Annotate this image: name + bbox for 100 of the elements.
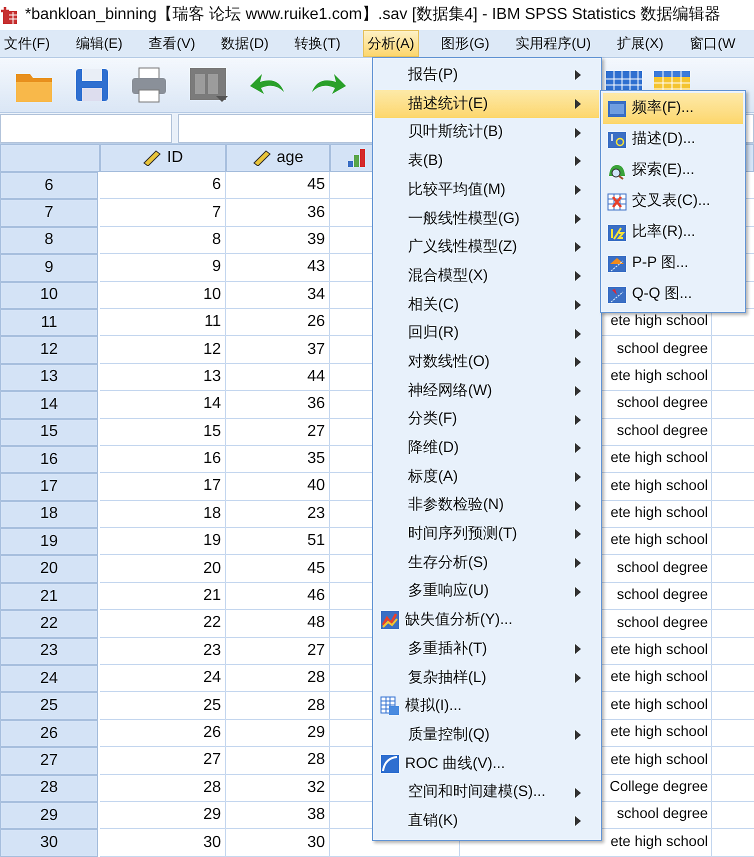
menu-bar-item[interactable]: 查看(V)	[144, 30, 200, 57]
menu-item[interactable]: 频率(F)...	[603, 93, 743, 124]
menu-item[interactable]: 一般线性模型(G)	[375, 204, 599, 234]
row-number[interactable]: 16	[0, 446, 98, 474]
submenu-arrow-icon	[575, 443, 581, 454]
submenu-arrow-icon	[575, 529, 581, 540]
dialog-icon	[188, 66, 228, 104]
submenu-arrow-icon	[575, 185, 581, 196]
table-cell: 34	[226, 282, 330, 309]
menu-item-label: 描述统计(E)	[408, 94, 489, 114]
menu-item-label: P-P 图...	[632, 253, 688, 274]
window-title: *bankloan_binning【瑞客 论坛 www.ruike1.com】.sav [数据集4] - IBM SPSS Statistics 数据编辑器	[25, 4, 720, 24]
menu-item[interactable]: 比率(R)...	[603, 217, 743, 248]
table-cell: 26	[100, 720, 226, 748]
row-number[interactable]: 17	[0, 473, 98, 501]
menu-item[interactable]: 贝叶斯统计(B)	[375, 118, 599, 148]
table-cell: 25	[100, 692, 226, 720]
table-cell: 10	[100, 282, 226, 309]
menu-bar-item[interactable]: 窗口(W	[686, 30, 740, 57]
table-cell: 46	[226, 582, 330, 610]
plot-icon	[607, 254, 627, 272]
menu-item-label: 直销(K)	[408, 810, 459, 831]
cell-name-field[interactable]	[0, 114, 172, 142]
row-number[interactable]: 11	[0, 308, 98, 336]
table-cell: 37	[226, 336, 330, 364]
ruler-icon	[143, 150, 161, 166]
row-number[interactable]: 22	[0, 610, 98, 638]
row-number[interactable]: 25	[0, 692, 98, 720]
table-cell: 28	[100, 774, 226, 802]
menu-item[interactable]: P-P 图...	[603, 248, 743, 279]
menu-bar-item[interactable]: 实用程序(U)	[511, 30, 595, 57]
row-number[interactable]: 18	[0, 500, 98, 528]
row-number[interactable]: 24	[0, 665, 98, 692]
menu-item[interactable]: 比较平均值(M)	[375, 176, 599, 204]
menu-item[interactable]: 描述(D)...	[603, 124, 743, 155]
menu-item[interactable]: 表(B)	[375, 147, 599, 176]
table-cell: 28	[226, 665, 330, 692]
table-cell: 40	[226, 473, 330, 501]
submenu-arrow-icon	[575, 99, 581, 110]
table-cell: 15	[100, 418, 226, 446]
menu-bar-item[interactable]: 图形(G)	[437, 30, 494, 57]
table-cell: 18	[100, 500, 226, 528]
row-number[interactable]: 10	[0, 282, 98, 309]
row-number[interactable]: 23	[0, 638, 98, 666]
menu-item[interactable]: 广义线性模型(Z)	[375, 233, 599, 262]
row-number[interactable]: 13	[0, 364, 98, 392]
table-cell: 22	[100, 610, 226, 638]
table-cell: 44	[226, 364, 330, 392]
table-cell: 29	[226, 720, 330, 748]
column-header[interactable]: ID	[100, 144, 226, 172]
row-number[interactable]: 21	[0, 582, 98, 610]
menu-item[interactable]: 混合模型(X)	[375, 262, 599, 290]
table-cell: 28	[226, 692, 330, 720]
row-number[interactable]: 12	[0, 336, 98, 364]
table-cell: 9	[100, 254, 226, 282]
table-cell: 35	[226, 446, 330, 474]
row-number[interactable]: 19	[0, 528, 98, 556]
table-cell: 30	[100, 829, 226, 857]
submenu-arrow-icon	[575, 214, 581, 224]
menu-bar-item[interactable]: 数据(D)	[217, 30, 273, 57]
submenu-arrow-icon	[575, 558, 581, 568]
row-number[interactable]: 7	[0, 199, 98, 227]
table-cell: 51	[226, 528, 330, 556]
menu-item-label: 相关(C)	[408, 294, 460, 315]
row-number[interactable]: 6	[0, 172, 98, 200]
table-cell: 24	[100, 665, 226, 692]
column-header[interactable]: age	[226, 144, 330, 172]
menu-bar-item[interactable]: 文件(F)	[0, 30, 54, 57]
menu-item[interactable]: 描述统计(E)	[375, 90, 599, 118]
menu-item[interactable]: Q-Q 图...	[603, 279, 743, 310]
row-number[interactable]: 14	[0, 391, 98, 419]
row-number[interactable]: 26	[0, 720, 98, 748]
menu-item[interactable]: 报告(P)	[375, 61, 599, 90]
menu-item-label: 比率(R)...	[632, 222, 696, 242]
submenu-arrow-icon	[575, 816, 581, 826]
row-number[interactable]: 30	[0, 829, 98, 857]
submenu-arrow-icon	[575, 386, 581, 396]
row-number[interactable]: 8	[0, 226, 98, 254]
row-number[interactable]: 27	[0, 747, 98, 775]
row-number[interactable]: 20	[0, 555, 98, 583]
menu-item-label: 混合模型(X)	[408, 266, 489, 286]
menu-item-label: Q-Q 图...	[632, 284, 692, 304]
table-cell: 16	[100, 446, 226, 474]
menu-item-label: 比较平均值(M)	[408, 180, 506, 200]
menu-item-label: 贝叶斯统计(B)	[408, 122, 504, 142]
table-cell: 23	[226, 500, 330, 528]
menu-item[interactable]: 探索(E)...	[603, 155, 743, 186]
menu-bar-item[interactable]: 扩展(X)	[612, 30, 668, 57]
row-number[interactable]: 15	[0, 418, 98, 446]
table-cell: 36	[226, 199, 330, 227]
table-cell: 12	[100, 336, 226, 364]
row-number[interactable]: 9	[0, 254, 98, 282]
row-number[interactable]: 28	[0, 774, 98, 802]
row-number[interactable]: 29	[0, 802, 98, 830]
curve-icon	[380, 754, 400, 774]
menu-bar-item[interactable]: 分析(A)	[362, 30, 420, 57]
submenu-arrow-icon	[575, 414, 581, 425]
menu-bar-item[interactable]: 转换(T)	[290, 30, 345, 57]
menu-item[interactable]: 交叉表(C)...	[603, 186, 743, 217]
menu-bar-item[interactable]: 编辑(E)	[72, 30, 127, 57]
